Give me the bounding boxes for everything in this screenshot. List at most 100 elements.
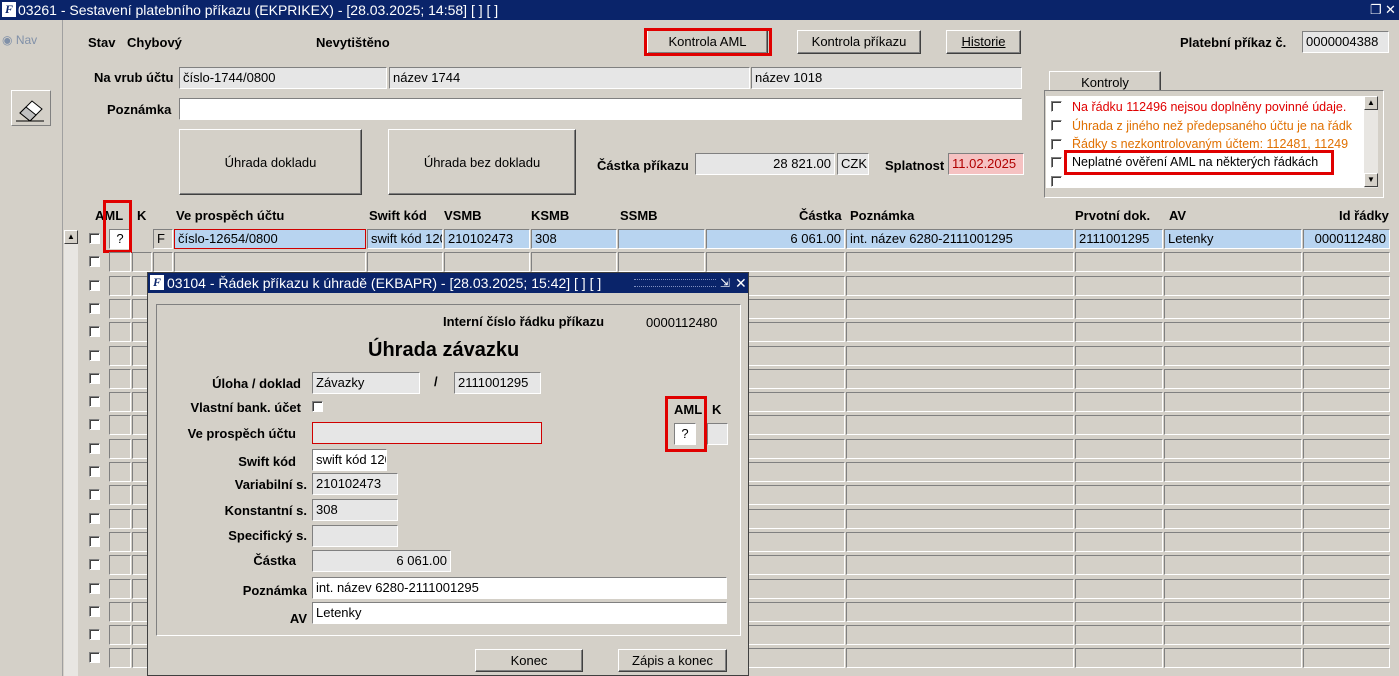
na-vrub-nazev2-field[interactable]: název 1018	[751, 67, 1022, 89]
grid-cell[interactable]	[444, 252, 530, 273]
uloha-field[interactable]: Závazky	[312, 372, 420, 394]
row-checkbox[interactable]	[89, 629, 100, 641]
grid-cell[interactable]	[846, 322, 1074, 343]
kontrola-checkbox-2[interactable]	[1051, 120, 1062, 131]
poznamka-field[interactable]	[179, 98, 1022, 120]
grid-cell[interactable]	[1164, 648, 1302, 669]
restore-icon[interactable]: ❐	[1370, 2, 1382, 18]
grid-cell[interactable]	[1303, 625, 1390, 646]
grid-cell[interactable]	[1164, 438, 1302, 459]
row1-k-cell[interactable]: F	[153, 229, 173, 249]
grid-cell[interactable]	[1303, 368, 1390, 389]
grid-cell[interactable]	[846, 485, 1074, 506]
castka-field[interactable]: 6 061.00	[312, 550, 451, 572]
grid-cell[interactable]	[1303, 531, 1390, 552]
nav-toggle[interactable]: ◉ Nav	[2, 33, 37, 47]
uhrada-bez-dokladu-button[interactable]: Úhrada bez dokladu	[388, 129, 576, 195]
grid-cell[interactable]	[109, 252, 131, 273]
row-checkbox[interactable]	[89, 559, 100, 571]
scroll-down-icon[interactable]: ▼	[1364, 173, 1378, 187]
grid-cell[interactable]	[1075, 625, 1163, 646]
grid-cell[interactable]	[1164, 392, 1302, 413]
row1-ksmb-cell[interactable]: 308	[531, 229, 617, 249]
row-checkbox[interactable]	[89, 396, 100, 408]
grid-cell[interactable]	[846, 438, 1074, 459]
grid-cell[interactable]	[1164, 531, 1302, 552]
grid-cell[interactable]	[109, 531, 131, 552]
grid-cell[interactable]	[1075, 462, 1163, 482]
grid-scrollbar[interactable]	[64, 230, 78, 676]
dialog-close-icon[interactable]: ✕	[735, 273, 747, 293]
grid-cell[interactable]	[1164, 462, 1302, 482]
grid-cell[interactable]	[1075, 322, 1163, 343]
grid-cell[interactable]	[109, 322, 131, 343]
grid-cell[interactable]	[1164, 555, 1302, 576]
scroll-up-icon[interactable]: ▲	[1364, 96, 1378, 110]
eraser-tool-button[interactable]	[11, 90, 51, 126]
grid-cell[interactable]	[1303, 578, 1390, 599]
grid-cell[interactable]	[846, 555, 1074, 576]
zapis-a-konec-button[interactable]: Zápis a konec	[618, 649, 727, 672]
castka-prikazu-field[interactable]: 28 821.00	[695, 153, 835, 175]
grid-cell[interactable]	[1303, 438, 1390, 459]
grid-cell[interactable]	[1075, 345, 1163, 366]
grid-cell[interactable]	[1075, 648, 1163, 669]
grid-cell[interactable]	[109, 345, 131, 366]
historie-button[interactable]: Historie	[946, 30, 1021, 54]
swift-field[interactable]: swift kód 120	[312, 449, 387, 471]
grid-cell[interactable]	[109, 275, 131, 296]
row-checkbox[interactable]	[89, 512, 100, 524]
row-checkbox[interactable]	[89, 466, 100, 477]
grid-cell[interactable]	[1303, 275, 1390, 296]
grid-cell[interactable]	[846, 648, 1074, 669]
row1-ssmb-cell[interactable]	[618, 229, 705, 249]
grid-cell[interactable]	[846, 298, 1074, 319]
grid-cell[interactable]	[1164, 252, 1302, 273]
grid-cell[interactable]	[109, 555, 131, 576]
grid-cell[interactable]	[1303, 298, 1390, 319]
grid-cell[interactable]	[846, 345, 1074, 366]
row-checkbox[interactable]	[89, 419, 100, 431]
grid-cell[interactable]	[846, 601, 1074, 622]
av-field[interactable]: Letenky	[312, 602, 727, 624]
grid-cell[interactable]	[846, 625, 1074, 646]
grid-cell[interactable]	[1164, 368, 1302, 389]
grid-cell[interactable]	[109, 485, 131, 506]
doklad-field[interactable]: 2111001295	[454, 372, 541, 394]
poznamka-dlg-field[interactable]: int. název 6280-2111001295	[312, 577, 727, 599]
grid-cell[interactable]	[1164, 322, 1302, 343]
grid-cell[interactable]	[109, 601, 131, 622]
grid-cell[interactable]	[1303, 252, 1390, 273]
grid-cell[interactable]	[1303, 345, 1390, 366]
row1-ucet-cell[interactable]: číslo-12654/0800	[174, 229, 366, 249]
grid-cell[interactable]	[109, 508, 131, 529]
grid-cell[interactable]	[153, 252, 173, 273]
grid-cell[interactable]	[109, 648, 131, 669]
vlastni-ucet-checkbox[interactable]	[312, 401, 323, 412]
row-checkbox[interactable]	[89, 652, 100, 664]
grid-cell[interactable]	[1075, 368, 1163, 389]
row1-av-cell[interactable]: Letenky	[1164, 229, 1302, 249]
dialog-minimize-icon[interactable]: ⇲	[720, 273, 730, 293]
row1-id-cell[interactable]: 0000112480	[1303, 229, 1390, 249]
grid-cell[interactable]	[1075, 392, 1163, 413]
kontrola-checkbox-5[interactable]	[1051, 176, 1062, 187]
grid-cell[interactable]	[109, 578, 131, 599]
row1-swift-cell[interactable]: swift kód 120	[367, 229, 443, 249]
row1-castka-cell[interactable]: 6 061.00	[706, 229, 845, 249]
grid-cell[interactable]	[1164, 508, 1302, 529]
grid-cell[interactable]	[1164, 298, 1302, 319]
kontrola-checkbox-4[interactable]	[1051, 157, 1062, 168]
grid-cell[interactable]	[1075, 298, 1163, 319]
grid-cell[interactable]	[1164, 625, 1302, 646]
grid-cell[interactable]	[1164, 345, 1302, 366]
grid-cell[interactable]	[109, 298, 131, 319]
row1-prvotni-cell[interactable]: 2111001295	[1075, 229, 1163, 249]
row1-poznamka-cell[interactable]: int. název 6280-2111001295	[846, 229, 1074, 249]
row-checkbox[interactable]	[89, 279, 100, 291]
grid-cell[interactable]	[1075, 438, 1163, 459]
grid-cell[interactable]	[109, 438, 131, 459]
grid-cell[interactable]	[1164, 485, 1302, 506]
grid-cell[interactable]	[1303, 485, 1390, 506]
grid-cell[interactable]	[1164, 601, 1302, 622]
